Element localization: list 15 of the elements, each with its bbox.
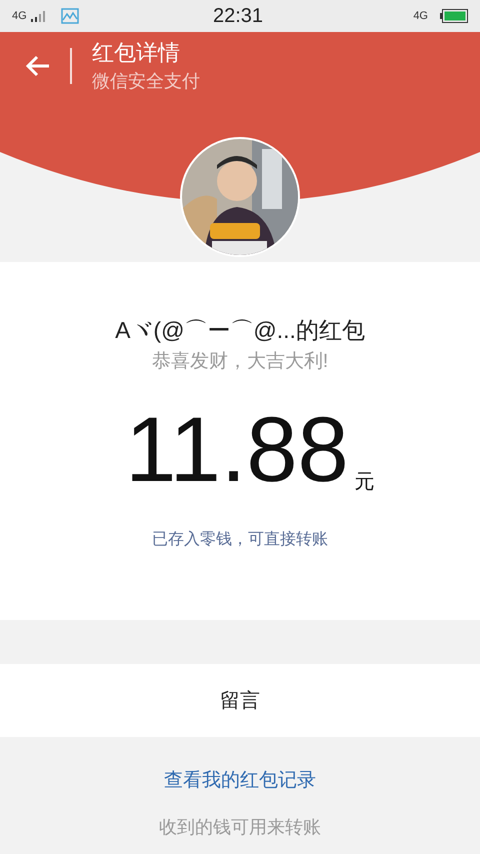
currency-unit: 元: [354, 470, 375, 495]
records-link[interactable]: 查看我的红包记录: [164, 767, 316, 795]
clock: 22:31: [213, 4, 264, 29]
amount: 11.88: [125, 400, 349, 500]
page-title: 红包详情: [92, 39, 181, 67]
battery-icon: [440, 9, 468, 23]
balance-link[interactable]: 已存入零钱，可直接转账: [152, 528, 328, 552]
message-row[interactable]: 留言: [0, 664, 480, 737]
network-label: 4G: [12, 8, 27, 24]
network-label: 4G: [413, 10, 428, 22]
image-icon: [60, 8, 79, 24]
page-subtitle: 微信安全支付: [92, 70, 200, 93]
footer-note: 收到的钱可用来转账: [159, 816, 321, 839]
greeting-text: 恭喜发财，大吉大利!: [152, 350, 328, 374]
sender-title: Aヾ(@⌒ー⌒@...的红包: [115, 316, 365, 345]
